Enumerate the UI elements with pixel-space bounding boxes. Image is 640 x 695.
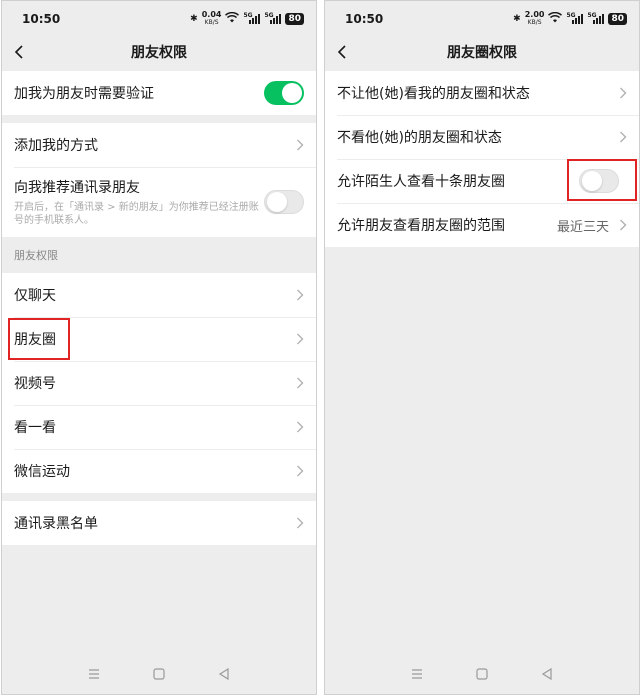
list-item-top-stories[interactable]: 看一看 xyxy=(2,405,316,449)
chevron-right-icon xyxy=(620,87,627,99)
item-label: 朋友圈 xyxy=(14,332,56,348)
bluetooth-icon: ✱ xyxy=(190,14,198,24)
nav-bar: 朋友权限 xyxy=(2,37,316,67)
network-speed: 0.04 KB/S xyxy=(201,10,222,27)
network-speed: 2.00 KB/S xyxy=(524,10,545,27)
item-label: 看一看 xyxy=(14,420,56,436)
item-label: 视频号 xyxy=(14,376,56,392)
status-bar: 10:50 ✱ 2.00 KB/S 5G 5G 80 xyxy=(325,1,639,37)
back-arrow-icon[interactable] xyxy=(12,44,28,60)
item-label: 不看他(她)的朋友圈和状态 xyxy=(337,130,502,146)
toggle-knob xyxy=(267,192,287,212)
moments-settings-list: 不让他(她)看我的朋友圈和状态 不看他(她)的朋友圈和状态 允许陌生人查看十条朋… xyxy=(325,71,639,247)
list-item-stranger-ten-posts[interactable]: 允许陌生人查看十条朋友圈 xyxy=(325,159,639,203)
wifi-icon xyxy=(548,11,563,26)
battery-icon: 80 xyxy=(285,13,304,25)
battery-icon: 80 xyxy=(608,13,627,25)
list-item-werun[interactable]: 微信运动 xyxy=(2,449,316,493)
add-way-label: 添加我的方式 xyxy=(14,138,98,154)
back-triangle-icon[interactable] xyxy=(540,667,554,681)
list-item-chat-only[interactable]: 仅聊天 xyxy=(2,273,316,317)
range-value: 最近三天 xyxy=(556,219,609,235)
signal-icon-2: 5G xyxy=(264,12,282,24)
list-item-hide-their-moments[interactable]: 不看他(她)的朋友圈和状态 xyxy=(325,115,639,159)
recommend-row[interactable]: 向我推荐通讯录朋友 开启后，在「通讯录 > 新的朋友」为你推荐已经注册账号的手机… xyxy=(2,167,316,237)
toggle-knob xyxy=(582,171,602,191)
chevron-right-icon xyxy=(297,333,304,345)
item-label: 不让他(她)看我的朋友圈和状态 xyxy=(337,86,530,102)
bluetooth-icon: ✱ xyxy=(513,14,521,24)
friend-permissions-screen: 10:50 ✱ 0.04 KB/S 5G 5G 80 朋友权限 加我为朋友时需要… xyxy=(1,0,317,695)
blacklist-label: 通讯录黑名单 xyxy=(14,516,98,532)
item-label: 微信运动 xyxy=(14,464,70,480)
back-triangle-icon[interactable] xyxy=(217,667,231,681)
blacklist-row[interactable]: 通讯录黑名单 xyxy=(2,501,316,545)
add-way-row[interactable]: 添加我的方式 xyxy=(2,123,316,167)
system-nav-bar xyxy=(325,664,639,684)
permission-list: 仅聊天 朋友圈 视频号 看一看 微信运动 xyxy=(2,273,316,493)
verify-group: 加我为朋友时需要验证 xyxy=(2,71,316,115)
home-icon[interactable] xyxy=(475,667,489,681)
list-item-hide-my-moments[interactable]: 不让他(她)看我的朋友圈和状态 xyxy=(325,71,639,115)
item-label: 允许朋友查看朋友圈的范围 xyxy=(337,218,505,234)
system-nav-bar xyxy=(2,664,316,684)
recommend-toggle[interactable] xyxy=(264,190,304,214)
chevron-right-icon xyxy=(620,131,627,143)
page-title: 朋友圈权限 xyxy=(447,45,517,61)
chevron-right-icon xyxy=(297,421,304,433)
chevron-right-icon xyxy=(297,517,304,529)
list-item-moments[interactable]: 朋友圈 xyxy=(2,317,316,361)
verify-toggle[interactable] xyxy=(264,81,304,105)
status-bar: 10:50 ✱ 0.04 KB/S 5G 5G 80 xyxy=(2,1,316,37)
range-right: 最近三天 xyxy=(557,216,627,235)
menu-icon[interactable] xyxy=(410,667,424,681)
page-title: 朋友权限 xyxy=(131,45,187,61)
home-icon[interactable] xyxy=(152,667,166,681)
status-icons: ✱ 0.04 KB/S 5G 5G 80 xyxy=(190,11,304,27)
chevron-right-icon xyxy=(297,377,304,389)
item-label: 仅聊天 xyxy=(14,288,56,304)
stranger-ten-toggle[interactable] xyxy=(579,169,619,193)
chevron-right-icon xyxy=(297,465,304,477)
wifi-icon xyxy=(225,11,240,26)
signal-icon-1: 5G xyxy=(243,12,261,24)
chevron-right-icon xyxy=(297,139,304,151)
verify-row[interactable]: 加我为朋友时需要验证 xyxy=(2,71,316,115)
chevron-right-icon xyxy=(620,219,627,231)
status-time: 10:50 xyxy=(22,12,61,26)
list-item-channels[interactable]: 视频号 xyxy=(2,361,316,405)
recommend-text: 向我推荐通讯录朋友 开启后，在「通讯录 > 新的朋友」为你推荐已经注册账号的手机… xyxy=(14,177,264,227)
menu-icon[interactable] xyxy=(87,667,101,681)
blacklist-group: 通讯录黑名单 xyxy=(2,501,316,545)
recommend-desc: 开启后，在「通讯录 > 新的朋友」为你推荐已经注册账号的手机联系人。 xyxy=(14,202,259,226)
toggle-knob xyxy=(282,83,302,103)
section-header: 朋友权限 xyxy=(14,249,58,262)
recommend-label: 向我推荐通讯录朋友 xyxy=(14,180,140,196)
signal-icon-2: 5G xyxy=(587,12,605,24)
verify-label: 加我为朋友时需要验证 xyxy=(14,86,154,102)
moments-permissions-screen: 10:50 ✱ 2.00 KB/S 5G 5G 80 朋友圈权限 不让他(她)看… xyxy=(324,0,640,695)
status-icons: ✱ 2.00 KB/S 5G 5G 80 xyxy=(513,11,627,27)
signal-icon-1: 5G xyxy=(566,12,584,24)
add-way-group: 添加我的方式 向我推荐通讯录朋友 开启后，在「通讯录 > 新的朋友」为你推荐已经… xyxy=(2,123,316,237)
back-arrow-icon[interactable] xyxy=(335,44,351,60)
item-label: 允许陌生人查看十条朋友圈 xyxy=(337,174,505,190)
nav-bar: 朋友圈权限 xyxy=(325,37,639,67)
chevron-right-icon xyxy=(297,289,304,301)
list-item-visible-range[interactable]: 允许朋友查看朋友圈的范围 最近三天 xyxy=(325,203,639,247)
status-time: 10:50 xyxy=(345,12,384,26)
